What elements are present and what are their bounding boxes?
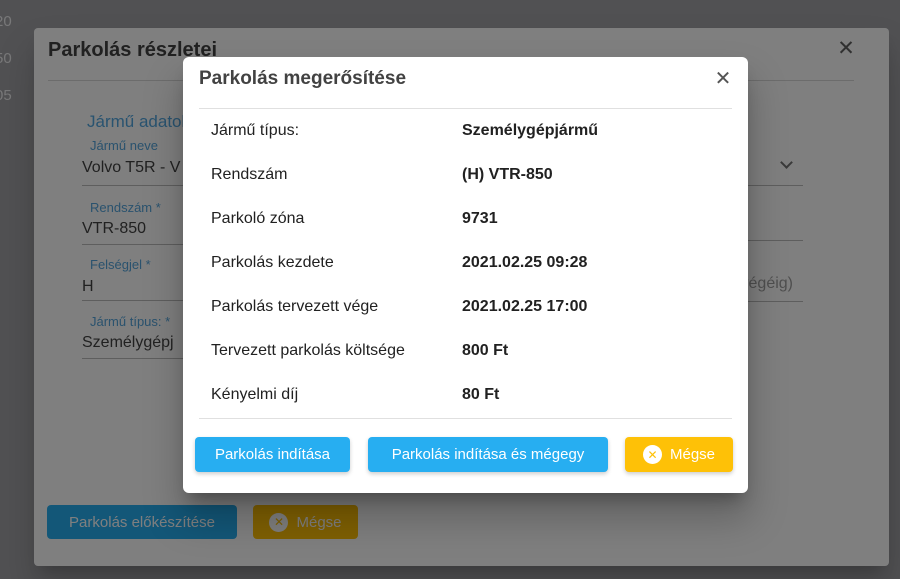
cancel-label: Mégse <box>670 446 715 463</box>
cancel-x-icon: ✕ <box>643 445 662 464</box>
row-value: 9731 <box>462 197 498 241</box>
row-label: Tervezett parkolás költsége <box>211 329 405 373</box>
close-icon[interactable]: ✕ <box>708 63 738 93</box>
row-license-plate: Rendszám (H) VTR-850 <box>183 153 748 197</box>
row-parking-start: Parkolás kezdete 2021.02.25 09:28 <box>183 241 748 285</box>
parking-confirmation-modal: Parkolás megerősítése ✕ Jármű típus: Sze… <box>183 57 748 493</box>
confirmation-title: Parkolás megerősítése <box>199 68 406 90</box>
screen: { "page": { "background_numbers": ["20",… <box>0 0 900 579</box>
row-value: 2021.02.25 17:00 <box>462 285 587 329</box>
cancel-button[interactable]: ✕ Mégse <box>625 437 733 472</box>
row-label: Kényelmi díj <box>211 373 298 417</box>
row-parking-planned-end: Parkolás tervezett vége 2021.02.25 17:00 <box>183 285 748 329</box>
start-parking-label: Parkolás indítása <box>215 446 330 463</box>
row-value: 2021.02.25 09:28 <box>462 241 587 285</box>
confirmation-rows: Jármű típus: Személygépjármű Rendszám (H… <box>183 109 748 417</box>
start-parking-and-another-label: Parkolás indítása és mégegy <box>392 446 585 463</box>
row-label: Parkolás kezdete <box>211 241 334 285</box>
divider <box>199 418 732 419</box>
row-value: Személygépjármű <box>462 109 598 153</box>
start-parking-button[interactable]: Parkolás indítása <box>195 437 350 472</box>
row-label: Rendszám <box>211 153 287 197</box>
row-planned-cost: Tervezett parkolás költsége 800 Ft <box>183 329 748 373</box>
start-parking-and-another-button[interactable]: Parkolás indítása és mégegy <box>368 437 608 472</box>
row-parking-zone: Parkoló zóna 9731 <box>183 197 748 241</box>
row-label: Parkoló zóna <box>211 197 304 241</box>
row-value: 80 Ft <box>462 373 499 417</box>
row-label: Parkolás tervezett vége <box>211 285 378 329</box>
row-value: (H) VTR-850 <box>462 153 553 197</box>
row-value: 800 Ft <box>462 329 508 373</box>
row-label: Jármű típus: <box>211 109 299 153</box>
row-convenience-fee: Kényelmi díj 80 Ft <box>183 373 748 417</box>
row-vehicle-type: Jármű típus: Személygépjármű <box>183 109 748 153</box>
